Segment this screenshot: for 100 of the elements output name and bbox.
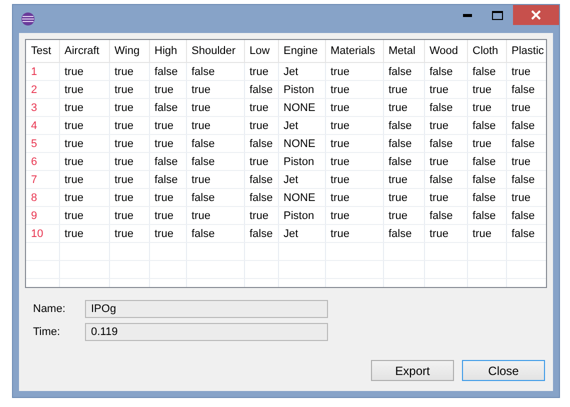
table-cell: false [244,170,278,188]
column-header[interactable]: Wing [109,40,149,62]
table-cell: true [467,98,506,116]
table-cell: false [467,152,506,170]
table-cell: Jet [278,116,325,134]
table-cell: true [325,206,383,224]
table-cell: Piston [278,80,325,98]
table-cell: false [383,62,424,80]
table-cell: true [109,80,149,98]
table-cell: Jet [278,170,325,188]
table-cell: false [467,206,506,224]
column-header[interactable]: Plastic [506,40,546,62]
table-cell: true [149,80,186,98]
dialog-button[interactable]: Close [462,360,545,381]
table-cell: false [149,62,186,80]
table-cell: false [149,170,186,188]
table-cell: false [383,224,424,242]
column-header[interactable]: Shoulder [186,40,244,62]
table-cell: true [109,98,149,116]
table-cell: true [424,80,467,98]
table-cell: true [467,224,506,242]
table-cell: true [244,206,278,224]
table-cell: Piston [278,206,325,224]
row-number: 8 [26,188,59,206]
table-cell: false [186,134,244,152]
table-cell: false [186,152,244,170]
table-cell: false [506,134,546,152]
table-cell: true [325,152,383,170]
table-cell: true [325,224,383,242]
table-cell: true [467,80,506,98]
table-cell: false [383,134,424,152]
row-number: 9 [26,206,59,224]
table-cell: NONE [278,188,325,206]
minimize-icon [462,14,472,16]
table-cell: false [383,116,424,134]
column-header[interactable]: Engine [278,40,325,62]
table-cell: true [59,170,109,188]
table-cell: false [424,206,467,224]
table-cell: false [244,80,278,98]
table-cell: false [424,170,467,188]
table-cell: false [186,62,244,80]
column-header[interactable]: Aircraft [59,40,109,62]
table-cell: true [59,62,109,80]
table-cell: false [467,116,506,134]
dialog-button[interactable]: Export [371,360,454,381]
close-button[interactable] [513,5,559,25]
table-cell: false [186,188,244,206]
table-cell: true [383,170,424,188]
text-field[interactable]: 0.119 [85,323,328,341]
table-cell: true [325,116,383,134]
table-cell: false [506,116,546,134]
field-label: Time: [33,326,62,338]
table-cell: false [244,134,278,152]
table-cell: true [109,206,149,224]
table-cell: true [149,224,186,242]
table-cell: true [109,116,149,134]
table-cell: true [186,116,244,134]
table-cell: true [325,134,383,152]
table-cell: true [59,116,109,134]
table-cell: true [383,206,424,224]
row-number: 10 [26,224,59,242]
table-cell: true [59,152,109,170]
row-number: 5 [26,134,59,152]
table-cell: Piston [278,152,325,170]
table-cell: true [506,152,546,170]
table-cell: false [506,224,546,242]
field-label: Name: [33,303,66,315]
column-header[interactable]: Low [244,40,278,62]
table-cell: true [186,170,244,188]
table-cell: true [109,152,149,170]
column-header[interactable]: Materials [325,40,383,62]
table-cell: false [424,98,467,116]
table-cell: false [506,80,546,98]
text-field[interactable]: IPOg [85,300,328,318]
column-header[interactable]: Test [26,40,59,62]
table-cell: true [59,224,109,242]
column-header[interactable]: Metal [383,40,424,62]
column-header[interactable]: Wood [424,40,467,62]
table-cell: true [506,98,546,116]
table-cell: true [244,116,278,134]
column-header[interactable]: High [149,40,186,62]
table-cell: true [506,62,546,80]
table-cell: false [424,134,467,152]
table-cell: true [109,188,149,206]
table-cell: true [325,98,383,116]
table-cell: true [424,116,467,134]
table-cell: false [424,62,467,80]
table-cell: true [186,98,244,116]
table-cell: true [325,62,383,80]
table-cell: true [59,80,109,98]
table-cell: false [149,98,186,116]
column-header[interactable]: Cloth [467,40,506,62]
table-cell: NONE [278,98,325,116]
table-cell: true [149,206,186,224]
table-cell: Jet [278,62,325,80]
table-cell: false [506,170,546,188]
table-cell: false [244,224,278,242]
close-icon [531,10,541,20]
table-cell: true [59,206,109,224]
maximize-icon [492,10,502,20]
